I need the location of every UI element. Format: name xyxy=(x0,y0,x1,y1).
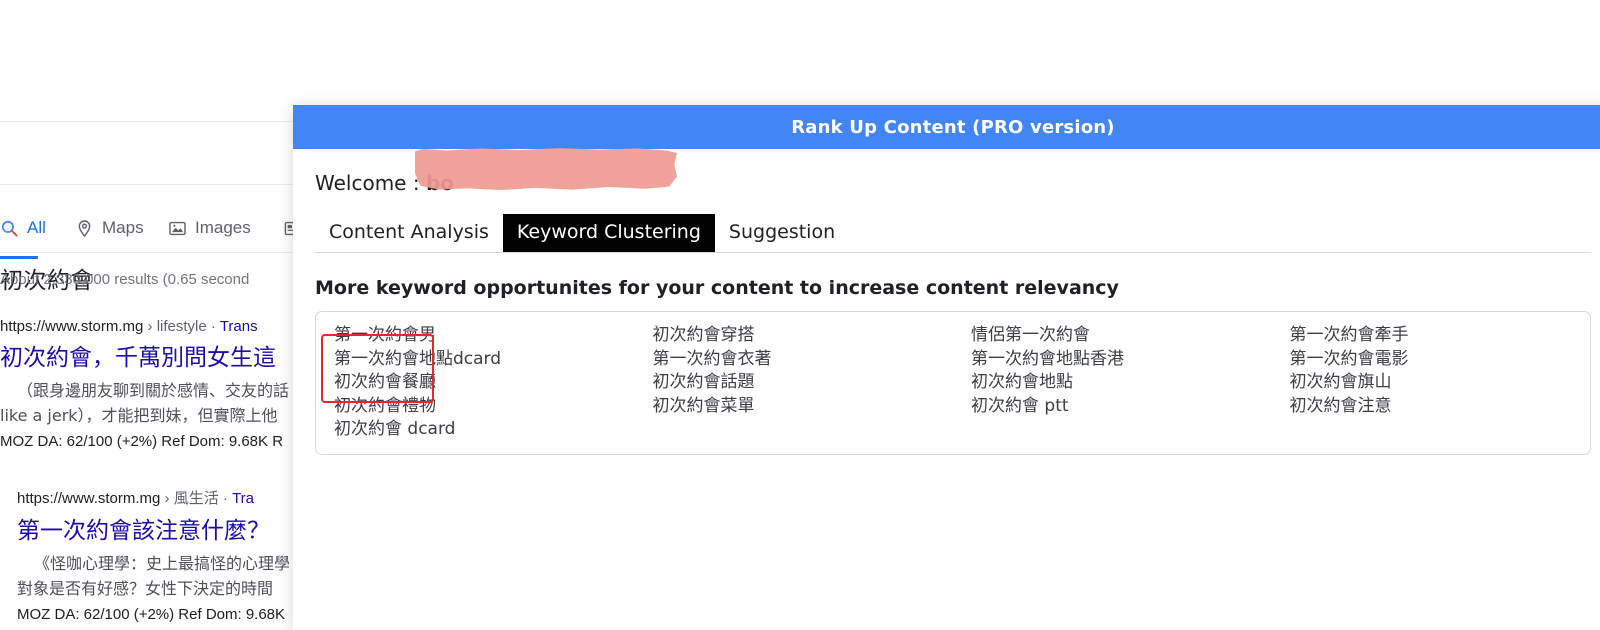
section-title: More keyword opportunites for your conte… xyxy=(315,277,1119,299)
keyword-opportunities-box: 第一次約會男 第一次約會地點dcard 初次約會餐廳 初次約會禮物 初次約會 d… xyxy=(315,311,1591,455)
keyword-item[interactable]: 初次約會 ptt xyxy=(971,395,1272,419)
keyword-item[interactable]: 初次約會旗山 xyxy=(1290,371,1591,395)
nav-tab-images[interactable]: Images xyxy=(168,213,251,243)
keyword-column-1: 第一次約會男 第一次約會地點dcard 初次約會餐廳 初次約會禮物 初次約會 d… xyxy=(316,324,635,442)
result-2-url-domain: https://www.storm.mg xyxy=(17,490,161,507)
keyword-column-3: 情侶第一次約會 第一次約會地點香港 初次約會地點 初次約會 ptt xyxy=(953,324,1272,442)
keyword-item[interactable]: 第一次約會男 xyxy=(334,324,635,348)
screenshot-root: 初次約會 All Maps Images About 2,330,000 res… xyxy=(0,0,1600,630)
results-count-text: About 2,330,000 results (0.65 second xyxy=(0,271,250,288)
nav-tab-maps-label: Maps xyxy=(102,218,144,237)
keyword-item[interactable]: 初次約會話題 xyxy=(653,371,954,395)
redaction-marker xyxy=(415,148,677,190)
result-2-url-separator: · xyxy=(222,490,228,507)
result-1-url-separator: · xyxy=(210,318,216,335)
keyword-item[interactable]: 初次約會穿搭 xyxy=(653,324,954,348)
welcome-line: Welcome : bo xyxy=(315,148,1591,195)
map-pin-icon xyxy=(75,219,94,238)
keyword-column-2: 初次約會穿搭 第一次約會衣著 初次約會話題 初次約會菜單 xyxy=(635,324,954,442)
keyword-item[interactable]: 第一次約會地點dcard xyxy=(334,348,635,372)
keyword-column-4: 第一次約會牽手 第一次約會電影 初次約會旗山 初次約會注意 xyxy=(1272,324,1591,442)
tab-keyword-clustering[interactable]: Keyword Clustering xyxy=(502,214,715,252)
panel-body: Welcome : bo Content Analysis Keyword Cl… xyxy=(293,148,1600,455)
nav-tab-images-label: Images xyxy=(195,218,251,237)
panel-title: Rank Up Content (PRO version) xyxy=(791,116,1115,138)
rank-up-content-panel: Rank Up Content (PRO version) Welcome : … xyxy=(293,105,1600,630)
tab-content-analysis[interactable]: Content Analysis xyxy=(315,214,503,252)
panel-header: Rank Up Content (PRO version) xyxy=(293,105,1600,149)
keyword-item[interactable]: 第一次約會牽手 xyxy=(1290,324,1591,348)
keyword-item[interactable]: 第一次約會衣著 xyxy=(653,348,954,372)
image-icon xyxy=(168,219,187,238)
keyword-item[interactable]: 初次約會地點 xyxy=(971,371,1272,395)
result-1-url-domain: https://www.storm.mg xyxy=(0,318,144,335)
active-tab-underline xyxy=(0,256,38,259)
panel-tabs: Content Analysis Keyword Clustering Sugg… xyxy=(315,209,1591,253)
search-icon xyxy=(0,219,19,238)
keyword-item[interactable]: 第一次約會電影 xyxy=(1290,348,1591,372)
result-1-url-crumb: › lifestyle xyxy=(147,318,207,335)
tab-suggestion[interactable]: Suggestion xyxy=(715,214,849,252)
result-2-translate-link[interactable]: Tra xyxy=(232,490,254,507)
nav-tab-all[interactable]: All xyxy=(0,213,46,259)
keyword-item[interactable]: 初次約會注意 xyxy=(1290,395,1591,419)
keyword-item[interactable]: 初次約會禮物 xyxy=(334,395,635,419)
keyword-item[interactable]: 初次約會 dcard xyxy=(334,418,635,442)
keyword-item[interactable]: 情侶第一次約會 xyxy=(971,324,1272,348)
result-1-translate-link[interactable]: Trans xyxy=(220,318,258,335)
keyword-item[interactable]: 初次約會菜單 xyxy=(653,395,954,419)
keyword-item[interactable]: 初次約會餐廳 xyxy=(334,371,635,395)
nav-tab-maps[interactable]: Maps xyxy=(75,213,144,243)
result-2-url-crumb: › 風生活 xyxy=(164,490,219,507)
welcome-prefix: Welcome : xyxy=(315,171,426,195)
keyword-item[interactable]: 第一次約會地點香港 xyxy=(971,348,1272,372)
nav-tab-all-label: All xyxy=(27,218,46,237)
